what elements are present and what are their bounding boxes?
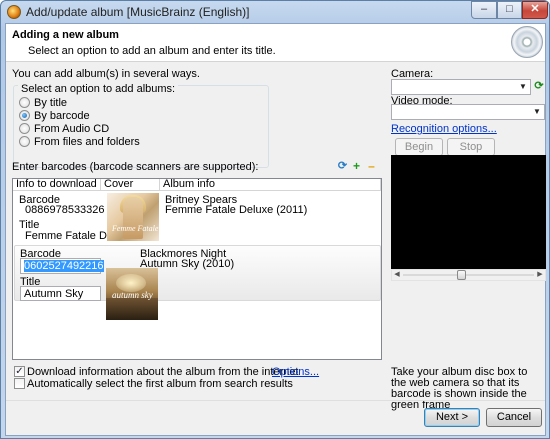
barcodes-label: Enter barcodes (barcode scanners are sup… <box>12 161 259 173</box>
slider-track <box>403 274 534 276</box>
radio-label: By barcode <box>34 109 90 122</box>
close-button[interactable]: ✕ <box>522 1 548 19</box>
options-link[interactable]: Options... <box>272 366 319 378</box>
chevron-down-icon: ▼ <box>533 107 541 116</box>
header-band: Adding a new album Select an option to a… <box>6 24 545 62</box>
album-cover: Femme Fatale <box>107 193 159 241</box>
option-group-label: Select an option to add albums: <box>18 83 179 95</box>
refresh-icon[interactable]: ⟳ <box>337 161 348 172</box>
camera-refresh-icon[interactable]: ⟳ <box>533 79 545 93</box>
camera-select[interactable]: ▼ <box>391 79 531 95</box>
column-header-album-info[interactable]: Album info <box>160 179 381 191</box>
album-cover: autumn sky <box>106 268 158 320</box>
radio-from-files-and-folders[interactable]: From files and folders <box>19 135 140 148</box>
dialog-content: Adding a new album Select an option to a… <box>5 23 546 436</box>
add-icon[interactable]: + <box>351 160 362 172</box>
album-title-year: Femme Fatale Deluxe (2011) <box>165 204 308 216</box>
radio-button[interactable] <box>19 123 30 134</box>
scroll-left-icon[interactable]: ◀ <box>392 270 402 280</box>
scroll-right-icon[interactable]: ▶ <box>535 270 545 280</box>
video-mode-select[interactable]: ▼ <box>391 104 545 120</box>
download-info-label: Download information about the album fro… <box>27 366 299 378</box>
minimize-button[interactable]: – <box>471 1 497 19</box>
column-header-info[interactable]: Info to download <box>13 179 101 191</box>
add-update-album-window: Add/update album [MusicBrainz (English)]… <box>0 0 550 439</box>
radio-label: From Audio CD <box>34 122 110 135</box>
column-header-cover[interactable]: Cover <box>101 179 160 191</box>
maximize-button[interactable]: □ <box>497 1 522 19</box>
intro-text: You can add album(s) in several ways. <box>12 68 200 80</box>
stop-button[interactable]: Stop <box>447 138 495 156</box>
cover-text: Femme Fatale <box>112 224 159 233</box>
slider-thumb[interactable] <box>456 270 466 280</box>
radio-by-title[interactable]: By title <box>19 96 67 109</box>
camera-hint: Take your album disc box to the web came… <box>391 366 528 411</box>
barcode-value: 0886978533326 <box>25 204 105 216</box>
remove-icon[interactable]: – <box>366 160 377 172</box>
title-input[interactable]: Autumn Sky <box>20 286 101 301</box>
radio-by-barcode[interactable]: By barcode <box>19 109 90 122</box>
cancel-button[interactable]: Cancel <box>486 408 542 427</box>
header-title: Adding a new album <box>12 29 119 41</box>
app-icon <box>7 5 21 19</box>
disc-icon <box>511 26 543 58</box>
table-row[interactable]: Barcode 0886978533326 Title Femme Fatale… <box>13 192 381 244</box>
recognition-options-link[interactable]: Recognition options... <box>391 123 497 135</box>
download-info-checkbox[interactable]: ✓ <box>14 366 25 377</box>
auto-select-label: Automatically select the first album fro… <box>27 378 293 390</box>
cover-text: autumn sky <box>112 290 153 300</box>
table-row[interactable]: Barcode 0602527492216 Title Autumn Sky B… <box>14 245 381 301</box>
radio-button[interactable] <box>19 97 30 108</box>
camera-slider[interactable]: ◀ ▶ <box>391 269 546 281</box>
radio-label: By title <box>34 96 68 109</box>
next-button[interactable]: Next > <box>424 408 480 427</box>
footer-divider <box>6 400 545 401</box>
chevron-down-icon: ▼ <box>519 82 527 91</box>
auto-select-checkbox[interactable] <box>14 378 25 389</box>
barcode-input[interactable]: 0602527492216 <box>20 258 104 274</box>
radio-button[interactable] <box>19 110 30 121</box>
barcode-table: Info to download Cover Album info Barcod… <box>12 178 382 360</box>
radio-button[interactable] <box>19 136 30 147</box>
window-title: Add/update album [MusicBrainz (English)] <box>26 5 250 19</box>
barcode-input-value: 0602527492216 <box>24 260 104 272</box>
title-bar[interactable]: Add/update album [MusicBrainz (English)]… <box>1 1 549 23</box>
radio-label: From files and folders <box>34 135 140 148</box>
camera-preview <box>391 155 546 269</box>
begin-button[interactable]: Begin <box>395 138 443 156</box>
radio-from-audio-cd[interactable]: From Audio CD <box>19 122 109 135</box>
header-subtitle: Select an option to add an album and ent… <box>28 45 276 57</box>
